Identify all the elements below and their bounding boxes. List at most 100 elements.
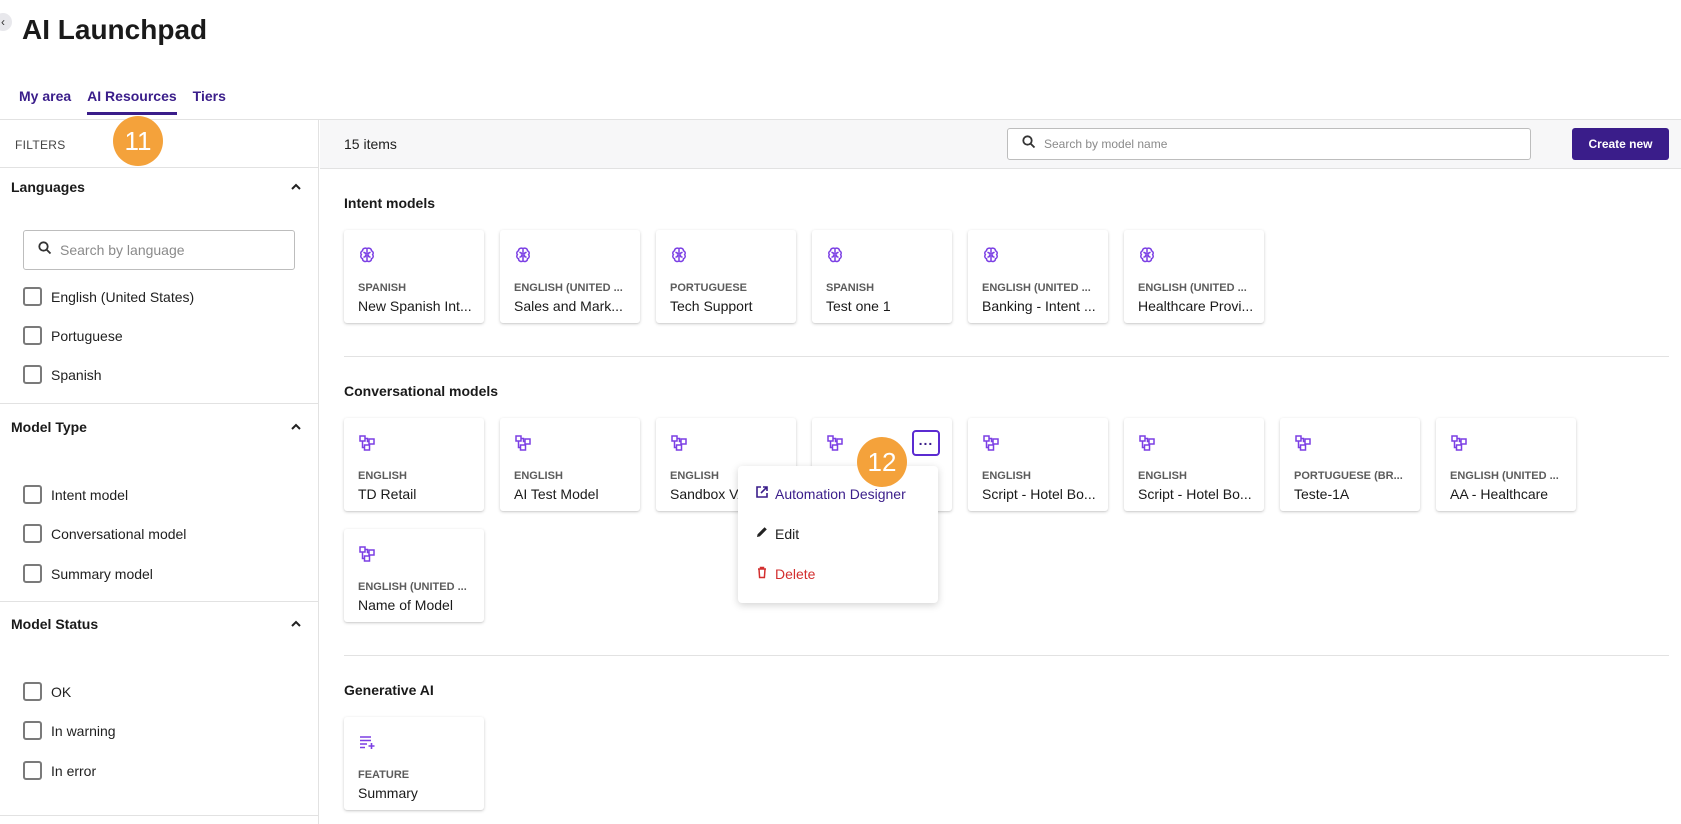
create-new-button[interactable]: Create new: [1572, 128, 1669, 160]
card-language: ENGLISH (UNITED ...: [514, 282, 623, 294]
card-language: SPANISH: [358, 282, 407, 294]
card-model-name: Sales and Mark...: [514, 298, 623, 314]
card-language: ENGLISH (UNITED ...: [982, 282, 1091, 294]
model-card[interactable]: ENGLISH (UNITED ... Healthcare Provi...: [1124, 230, 1264, 323]
model-card[interactable]: FEATURE Summary: [344, 717, 484, 810]
checkbox[interactable]: [23, 682, 42, 701]
languages-section-header[interactable]: Languages: [11, 172, 303, 202]
generative-ai-title: Generative AI: [344, 682, 434, 698]
model-type-section-header[interactable]: Model Type: [11, 412, 303, 442]
filter-option-in-error[interactable]: In error: [23, 761, 96, 780]
card-language: ENGLISH: [982, 470, 1031, 482]
chevron-up-icon[interactable]: [289, 420, 303, 434]
model-search-input[interactable]: [1044, 137, 1504, 151]
tab-ai-resources[interactable]: AI Resources: [87, 88, 177, 115]
group-divider: [344, 655, 1669, 656]
filter-option-spanish[interactable]: Spanish: [23, 365, 102, 384]
card-language: ENGLISH (UNITED ...: [1138, 282, 1247, 294]
brain-icon: [514, 246, 532, 264]
card-model-name: Healthcare Provi...: [1138, 298, 1254, 314]
results-toolbar: 15 items Create new: [320, 120, 1681, 169]
checkbox[interactable]: [23, 365, 42, 384]
filter-option-in-warning[interactable]: In warning: [23, 721, 116, 740]
model-card[interactable]: PORTUGUESE (BR... Teste-1A: [1280, 418, 1420, 511]
card-more-options-button[interactable]: ...: [912, 430, 940, 456]
search-icon: [1022, 134, 1036, 154]
card-language: SPANISH: [826, 282, 875, 294]
checkbox[interactable]: [23, 485, 42, 504]
model-card[interactable]: ENGLISH AI Test Model: [500, 418, 640, 511]
pencil-icon: [755, 525, 769, 542]
model-status-section-header[interactable]: Model Status: [11, 609, 303, 639]
model-card[interactable]: SPANISH Test one 1: [812, 230, 952, 323]
tab-tiers[interactable]: Tiers: [193, 88, 226, 115]
menu-item-automation-designer[interactable]: Automation Designer: [755, 485, 906, 502]
brain-icon: [358, 246, 376, 264]
filter-option-label: OK: [51, 683, 72, 700]
card-model-name: Script - Hotel Bo...: [1138, 486, 1252, 502]
tab-bar: My area AI Resources Tiers: [19, 88, 242, 115]
checkbox[interactable]: [23, 721, 42, 740]
menu-item-label: Delete: [775, 565, 816, 582]
flow-diagram-icon: [826, 434, 844, 452]
card-language: PORTUGUESE: [670, 282, 748, 294]
card-model-name: AA - Healthcare: [1450, 486, 1549, 502]
model-card[interactable]: ENGLISH TD Retail: [344, 418, 484, 511]
menu-item-edit[interactable]: Edit: [755, 525, 799, 542]
model-search-field[interactable]: [1007, 128, 1531, 160]
filter-option-label: English (United States): [51, 288, 195, 305]
card-language: ENGLISH (UNITED ...: [1450, 470, 1559, 482]
card-language: FEATURE: [358, 769, 410, 781]
flow-diagram-icon: [514, 434, 532, 452]
card-model-name: Banking - Intent ...: [982, 298, 1096, 314]
sidebar-divider: [0, 815, 319, 816]
filter-option-ok[interactable]: OK: [23, 682, 71, 701]
items-count: 15 items: [344, 136, 397, 152]
language-search-input[interactable]: [60, 242, 280, 258]
model-card[interactable]: ENGLISH (UNITED ... Sales and Mark...: [500, 230, 640, 323]
external-link-icon: [755, 485, 769, 502]
card-model-name: AI Test Model: [514, 486, 599, 502]
page-title: AI Launchpad: [22, 14, 208, 45]
filter-option-label: Spanish: [51, 366, 102, 383]
flow-diagram-icon: [358, 545, 376, 563]
chevron-up-icon[interactable]: [289, 180, 303, 194]
checkbox[interactable]: [23, 761, 42, 780]
filter-option-english[interactable]: English (United States): [23, 287, 194, 306]
checkbox[interactable]: [23, 287, 42, 306]
card-model-name: Script - Hotel Bo...: [982, 486, 1096, 502]
checkbox[interactable]: [23, 326, 42, 345]
filter-option-label: Conversational model: [51, 525, 187, 542]
flow-diagram-icon: [1450, 434, 1468, 452]
model-card[interactable]: SPANISH New Spanish Int...: [344, 230, 484, 323]
back-button[interactable]: ‹: [0, 13, 12, 31]
filter-option-label: Summary model: [51, 565, 153, 582]
checkbox[interactable]: [23, 524, 42, 543]
filter-option-label: In error: [51, 762, 97, 779]
filters-sidebar: FILTERS Languages English (United States…: [0, 120, 319, 824]
filter-option-label: In warning: [51, 722, 116, 739]
filter-option-label: Portuguese: [51, 327, 123, 344]
language-search-field[interactable]: [23, 230, 295, 270]
checkbox[interactable]: [23, 564, 42, 583]
brain-icon: [826, 246, 844, 264]
model-card[interactable]: ENGLISH (UNITED ... Name of Model: [344, 529, 484, 622]
filter-option-portuguese[interactable]: Portuguese: [23, 326, 123, 345]
filter-option-summary-model[interactable]: Summary model: [23, 564, 153, 583]
filter-option-intent-model[interactable]: Intent model: [23, 485, 128, 504]
chevron-up-icon[interactable]: [289, 617, 303, 631]
chevron-left-icon: ‹: [1, 15, 5, 29]
step-badge-11: 11: [113, 116, 163, 166]
card-model-name: Summary: [358, 785, 418, 801]
filter-option-conversational-model[interactable]: Conversational model: [23, 524, 186, 543]
summary-icon: [358, 733, 376, 751]
model-card[interactable]: ENGLISH (UNITED ... AA - Healthcare: [1436, 418, 1576, 511]
model-card[interactable]: ENGLISH Script - Hotel Bo...: [968, 418, 1108, 511]
menu-item-delete[interactable]: Delete: [755, 565, 815, 582]
tab-my-area[interactable]: My area: [19, 88, 71, 115]
model-card[interactable]: ENGLISH Script - Hotel Bo...: [1124, 418, 1264, 511]
model-card[interactable]: ENGLISH (UNITED ... Banking - Intent ...: [968, 230, 1108, 323]
brain-icon: [670, 246, 688, 264]
trash-icon: [755, 565, 769, 582]
model-card[interactable]: PORTUGUESE Tech Support: [656, 230, 796, 323]
